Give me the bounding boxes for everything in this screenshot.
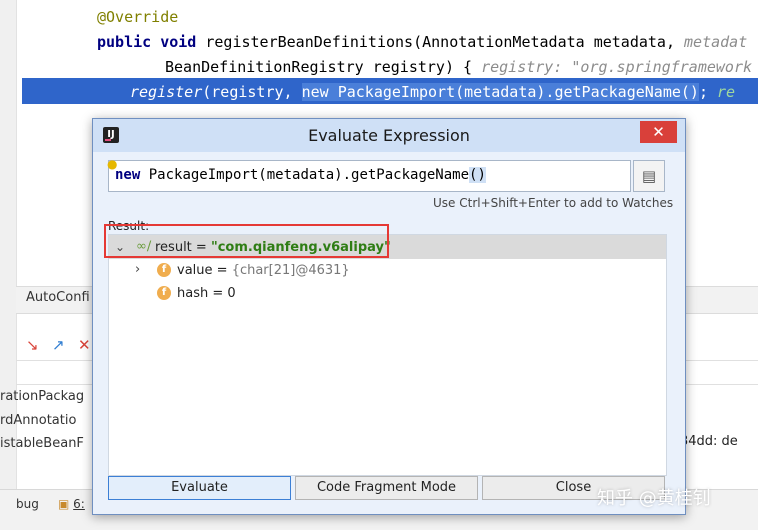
expression-keyword: new bbox=[115, 167, 141, 183]
expression-paren: () bbox=[469, 167, 486, 183]
code-fragment-mode-button[interactable]: Code Fragment Mode bbox=[295, 476, 478, 500]
dialog-title-bar[interactable]: IJ Evaluate Expression ✕ bbox=[93, 119, 685, 152]
statement-end: ; bbox=[698, 83, 708, 101]
child-node-value[interactable]: value = {char[21]@4631} bbox=[177, 263, 350, 278]
chevron-right-icon[interactable]: › bbox=[135, 262, 140, 277]
bottom-tab-6[interactable]: ▣ 6: bbox=[58, 497, 85, 511]
selected-expression: new PackageImport(metadata).getPackageNa… bbox=[301, 83, 699, 101]
child-value: {char[21]@4631} bbox=[231, 263, 350, 278]
inline-hint: registry: "org.springframework bbox=[481, 58, 753, 76]
signature-text: BeanDefinitionRegistry registry) { bbox=[165, 58, 473, 76]
execution-point-code: register(registry, new PackageImport(met… bbox=[130, 83, 735, 101]
child-name: hash bbox=[177, 286, 209, 301]
evaluate-expression-dialog: IJ Evaluate Expression ✕ new PackageImpo… bbox=[92, 118, 686, 515]
watermark-text: 知乎 @黄桂钊 bbox=[597, 488, 711, 509]
history-icon[interactable]: ▤ bbox=[633, 160, 665, 192]
child-eq: = bbox=[212, 263, 232, 278]
close-icon[interactable]: ✕ bbox=[640, 121, 677, 143]
evaluate-button[interactable]: Evaluate bbox=[108, 476, 291, 500]
inline-hint: metadat bbox=[684, 33, 748, 51]
inline-hint: re bbox=[717, 83, 736, 101]
signature-text: registerBeanDefinitions(AnnotationMetada… bbox=[205, 33, 675, 51]
call-args: (registry, bbox=[202, 83, 302, 101]
child-value: 0 bbox=[227, 286, 236, 301]
frame-row[interactable]: istableBeanF bbox=[0, 436, 84, 451]
keyword: public void bbox=[97, 33, 197, 51]
frame-row[interactable]: rdAnnotatio bbox=[0, 413, 76, 428]
stop-icon[interactable]: ✕ bbox=[78, 336, 91, 354]
method-signature-line-1: public void registerBeanDefinitions(Anno… bbox=[97, 33, 747, 51]
debug-panel-tab[interactable]: AutoConfi bbox=[26, 290, 90, 305]
field-icon: f bbox=[157, 286, 171, 300]
expression-input[interactable]: new PackageImport(metadata).getPackageNa… bbox=[108, 160, 631, 192]
field-icon: f bbox=[157, 263, 171, 277]
highlight-annotation-box bbox=[104, 224, 389, 258]
bottom-tab-debug[interactable]: bug bbox=[16, 497, 39, 511]
expression-text: new PackageImport(metadata).getPackageNa… bbox=[115, 167, 486, 183]
child-node-hash[interactable]: hash = 0 bbox=[177, 286, 236, 301]
child-eq: = bbox=[208, 286, 228, 301]
watch-hint: Use Ctrl+Shift+Enter to add to Watches bbox=[433, 196, 674, 210]
variable-value-text: 34dd: de bbox=[680, 434, 738, 449]
child-name: value bbox=[177, 263, 213, 278]
step-into-icon[interactable]: ↘ bbox=[26, 336, 39, 354]
tab-icon: ▣ bbox=[58, 497, 70, 511]
tab-label: 6: bbox=[73, 497, 85, 511]
lightbulb-icon[interactable]: ● bbox=[107, 157, 118, 171]
expression-body: PackageImport(metadata).getPackageName bbox=[140, 167, 470, 183]
step-out-icon[interactable]: ↗ bbox=[52, 336, 65, 354]
frame-row[interactable]: rationPackag bbox=[0, 389, 84, 404]
override-annotation: @Override bbox=[97, 8, 179, 26]
dialog-title: Evaluate Expression bbox=[308, 126, 470, 145]
method-call: register bbox=[130, 83, 203, 101]
method-signature-line-2: BeanDefinitionRegistry registry) { regis… bbox=[165, 58, 752, 76]
result-tree: ⌄ ∞∕ result = "com.qianfeng.v6alipay" › … bbox=[108, 234, 667, 476]
